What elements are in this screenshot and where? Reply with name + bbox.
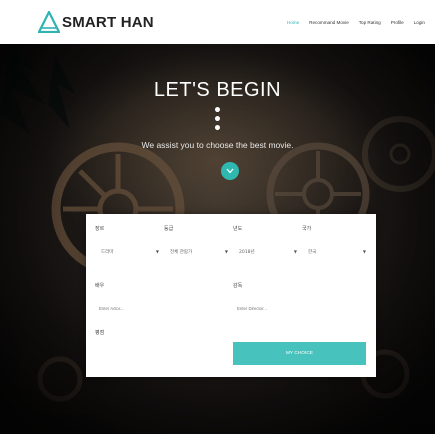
movie-filter-form: 장르 등급 년도 국가 드라마 ▼ 전체 관람가 ▼ 2018년 ▼ 한국 ▼ … [86,214,376,377]
year-select-value: 2018년 [239,249,255,255]
genre-label: 장르 [95,226,105,232]
nav-login[interactable]: Login [414,20,425,25]
nav-menu: Home Recommand Movie Top Rating Profile … [287,20,425,25]
actor-input[interactable] [99,303,219,313]
rating-select-value: 전체 관람가 [170,249,193,255]
page: SMART HAN Home Recommand Movie Top Ratin… [0,0,435,434]
nav-home[interactable]: Home [287,20,299,25]
year-select[interactable]: 2018년 ▼ [239,247,297,256]
brand-name: SMART HAN [62,13,154,31]
genre-select[interactable]: 드라마 ▼ [101,247,159,256]
country-label: 국가 [302,226,312,232]
hero-divider-dots: • • • [213,103,222,137]
genre-select-value: 드라마 [101,249,114,255]
country-select-value: 한국 [308,249,317,255]
caret-down-icon: ▼ [362,249,366,254]
year-label: 년도 [233,226,243,232]
brand[interactable]: SMART HAN [38,11,154,33]
country-select[interactable]: 한국 ▼ [308,247,366,256]
hero-title: LET'S BEGIN [153,79,282,101]
caret-down-icon: ▼ [155,249,159,254]
nav-profile[interactable]: Profile [391,20,404,25]
hero-subtitle: We assist you to choose the best movie. [141,140,294,150]
rating-select[interactable]: 전체 관람가 ▼ [170,247,228,256]
director-input[interactable] [237,303,357,313]
nav-top-rating[interactable]: Top Rating [359,20,381,25]
caret-down-icon: ▼ [293,249,297,254]
my-choice-button[interactable]: MY CHOICE [233,342,366,365]
scroll-down-button[interactable] [221,162,239,180]
rating-label: 등급 [164,226,174,232]
caret-down-icon: ▼ [224,249,228,254]
chevron-down-icon [226,168,234,174]
actor-label: 배우 [95,283,105,289]
triangle-logo-icon [38,11,60,33]
director-label: 감독 [233,283,243,289]
keyword-label: 평점 [95,330,105,336]
top-navbar: SMART HAN Home Recommand Movie Top Ratin… [0,0,435,44]
nav-recommand-movie[interactable]: Recommand Movie [309,20,349,25]
